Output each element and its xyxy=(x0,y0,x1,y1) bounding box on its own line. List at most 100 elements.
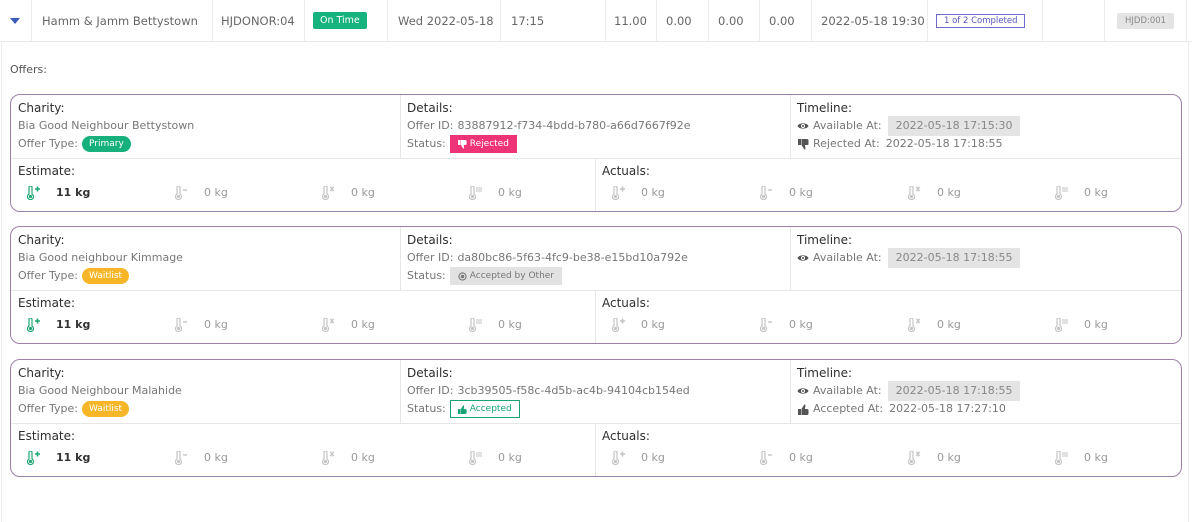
actual-value: 0 kg xyxy=(937,186,961,199)
actual-value: 0 kg xyxy=(1084,318,1108,331)
offer-id: 83887912-f734-4bdd-b780-a66d7667f92e xyxy=(457,119,691,132)
details-heading: Details: xyxy=(407,233,453,247)
actual-metric: 0 kg xyxy=(611,185,665,201)
thermometer-plus-icon xyxy=(26,185,40,201)
value-cell-1: 11.00 xyxy=(606,0,657,41)
thermometer-grid-icon xyxy=(1054,185,1068,201)
actual-value: 0 kg xyxy=(641,186,665,199)
estimate-section: Estimate: xyxy=(11,423,75,445)
estimate-value: 0 kg xyxy=(204,451,228,464)
charity-heading: Charity: xyxy=(18,366,65,380)
eye-icon xyxy=(797,385,809,397)
timeline-heading: Timeline: xyxy=(797,101,853,115)
offer-card: Charity: Bia Good neighbour Kimmage Offer … xyxy=(10,226,1182,344)
offer-id-line: Offer ID: da80bc86-5f63-4fc9-be38-e15bd10… xyxy=(407,249,790,267)
estimate-metric: 0 kg xyxy=(468,450,522,466)
status-text: Rejected xyxy=(469,139,509,149)
available-label: Available At: xyxy=(813,384,882,397)
chevron-down-icon xyxy=(10,17,20,24)
estimate-heading: Estimate: xyxy=(18,429,76,443)
estimate-value: 11 kg xyxy=(56,451,91,464)
offers-label: Offers: xyxy=(10,63,47,76)
thermometer-snowflake-icon xyxy=(321,450,335,466)
actuals-section: Actuals: xyxy=(595,423,650,445)
estimate-metric: 0 kg xyxy=(174,450,228,466)
offer-card: Charity: Bia Good Neighbour Bettystown Off… xyxy=(10,94,1182,212)
event-label: Rejected At: xyxy=(813,137,880,150)
estimate-value: 0 kg xyxy=(204,186,228,199)
thermometer-plus-icon xyxy=(611,450,625,466)
estimate-heading: Estimate: xyxy=(18,296,76,310)
datetime-cell: 2022-05-18 19:30 xyxy=(812,0,928,41)
estimate-metric: 11 kg xyxy=(26,450,90,466)
available-label: Available At: xyxy=(813,251,882,264)
event-time: 2022-05-18 17:27:10 xyxy=(889,402,1006,415)
actual-metric: 0 kg xyxy=(611,317,665,333)
estimate-value: 0 kg xyxy=(351,186,375,199)
timeline-available: Available At: 2022-05-18 17:18:55 xyxy=(797,381,1181,401)
offer-type-badge: Waitlist xyxy=(82,401,130,417)
actual-value: 0 kg xyxy=(641,318,665,331)
charity-section: Charity: Bia Good Neighbour Bettystown Off… xyxy=(11,95,400,153)
thermometer-snowflake-icon xyxy=(907,450,921,466)
empty-cell xyxy=(1043,0,1105,41)
estimate-metric: 0 kg xyxy=(321,450,375,466)
actuals-heading: Actuals: xyxy=(602,164,650,178)
estimate-metric: 11 kg xyxy=(26,185,90,201)
time-cell: 17:15 xyxy=(501,0,606,41)
actual-value: 0 kg xyxy=(789,318,813,331)
thermometer-grid-icon xyxy=(468,450,482,466)
estimate-value: 0 kg xyxy=(351,318,375,331)
timeline-section: Timeline: Available At: 2022-05-18 17:15:3… xyxy=(790,95,1181,153)
estimate-value: 0 kg xyxy=(204,318,228,331)
actuals-heading: Actuals: xyxy=(602,296,650,310)
charity-name: Bia Good Neighbour Malahide xyxy=(18,384,182,397)
offer-id-line: Offer ID: 3cb39505-f58c-4d5b-ac4b-94104cb… xyxy=(407,382,790,400)
offer-type-line: Offer Type: Waitlist xyxy=(18,267,400,285)
thermometer-plus-icon xyxy=(26,317,40,333)
offer-type-line: Offer Type: Primary xyxy=(18,135,400,153)
timeline-event: Rejected At: 2022-05-18 17:18:55 xyxy=(797,135,1181,153)
thermometer-plus-icon xyxy=(611,185,625,201)
actual-value: 0 kg xyxy=(1084,186,1108,199)
actuals-section: Actuals: xyxy=(595,158,650,180)
estimate-value: 0 kg xyxy=(498,318,522,331)
status-line: Status: Accepted xyxy=(407,400,790,418)
details-section: Details: Offer ID: 83887912-f734-4bdd-b780… xyxy=(400,95,790,153)
thermometer-snowflake-icon xyxy=(907,317,921,333)
thermometer-minus-icon xyxy=(174,317,188,333)
estimate-value: 0 kg xyxy=(498,186,522,199)
thermometer-grid-icon xyxy=(468,317,482,333)
expand-toggle[interactable] xyxy=(0,0,32,41)
timeline-section: Timeline: Available At: 2022-05-18 17:18:5… xyxy=(790,227,1181,268)
offer-card: Charity: Bia Good Neighbour Malahide Offer… xyxy=(10,359,1182,477)
thermometer-minus-icon xyxy=(174,185,188,201)
completion-badge: 1 of 2 Completed xyxy=(936,13,1026,28)
thermometer-minus-icon xyxy=(759,317,773,333)
dot-circle-icon xyxy=(458,271,467,281)
value-cell-3: 0.00 xyxy=(709,0,760,41)
thermometer-grid-icon xyxy=(1054,450,1068,466)
actual-value: 0 kg xyxy=(641,451,665,464)
thumbs-up-icon xyxy=(797,403,809,415)
offer-type-badge: Waitlist xyxy=(82,268,130,284)
on-time-badge: On Time xyxy=(313,12,367,29)
actual-value: 0 kg xyxy=(1084,451,1108,464)
thermometer-minus-icon xyxy=(759,450,773,466)
charity-section: Charity: Bia Good neighbour Kimmage Offer … xyxy=(11,227,400,285)
estimate-section: Estimate: xyxy=(11,290,75,312)
delivery-row[interactable]: Hamm & Jamm Bettystown HJDONOR:04 On Tim… xyxy=(0,0,1192,42)
offer-id-line: Offer ID: 83887912-f734-4bdd-b780-a66d766… xyxy=(407,117,790,135)
eye-icon xyxy=(797,252,809,264)
offer-type-label: Offer Type: xyxy=(18,269,78,282)
offer-type-label: Offer Type: xyxy=(18,402,78,415)
status-text: Accepted xyxy=(469,404,512,414)
charity-section: Charity: Bia Good Neighbour Malahide Offer… xyxy=(11,360,400,418)
estimate-metric: 0 kg xyxy=(468,317,522,333)
code-badge: HJDD:001 xyxy=(1117,12,1175,29)
timeline-section: Timeline: Available At: 2022-05-18 17:18:5… xyxy=(790,360,1181,418)
offer-type-line: Offer Type: Waitlist xyxy=(18,400,400,418)
event-time: 2022-05-18 17:18:55 xyxy=(885,137,1003,150)
offer-id: 3cb39505-f58c-4d5b-ac4b-94104cb154ed xyxy=(457,384,690,397)
eye-icon xyxy=(797,120,809,132)
